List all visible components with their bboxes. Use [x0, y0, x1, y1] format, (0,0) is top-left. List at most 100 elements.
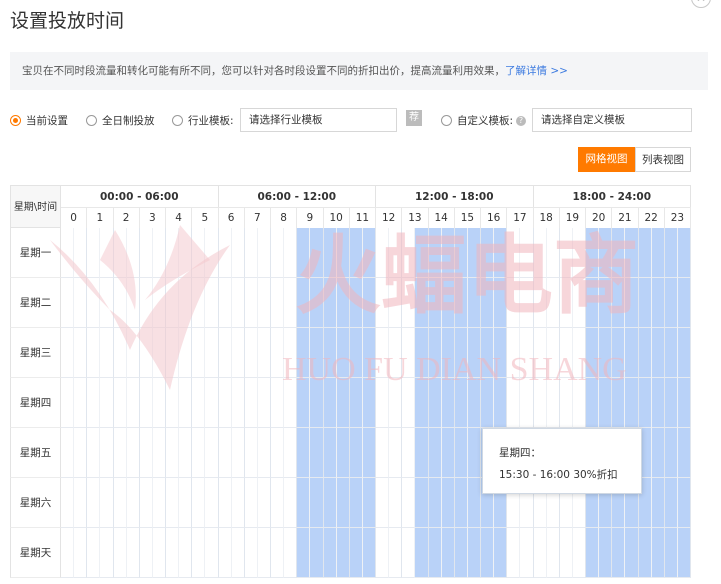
time-slot-cell[interactable] [612, 328, 626, 378]
time-slot-cell[interactable] [559, 278, 573, 328]
time-slot-cell[interactable] [336, 328, 350, 378]
time-slot-cell[interactable] [231, 478, 245, 528]
time-slot-cell[interactable] [402, 428, 416, 478]
time-slot-cell[interactable] [572, 528, 586, 578]
time-slot-cell[interactable] [428, 328, 442, 378]
time-slot-cell[interactable] [218, 328, 232, 378]
time-slot-cell[interactable] [586, 278, 600, 328]
time-slot-cell[interactable] [507, 228, 521, 278]
time-slot-cell[interactable] [310, 528, 324, 578]
time-slot-cell[interactable] [179, 228, 193, 278]
time-slot-cell[interactable] [74, 278, 88, 328]
time-slot-cell[interactable] [677, 228, 691, 278]
time-slot-cell[interactable] [376, 478, 390, 528]
time-slot-cell[interactable] [205, 278, 219, 328]
time-slot-cell[interactable] [166, 528, 180, 578]
time-slot-cell[interactable] [467, 528, 481, 578]
time-slot-cell[interactable] [61, 378, 75, 428]
time-slot-cell[interactable] [310, 478, 324, 528]
time-slot-cell[interactable] [152, 478, 166, 528]
time-slot-cell[interactable] [166, 428, 180, 478]
time-slot-cell[interactable] [61, 278, 75, 328]
time-slot-cell[interactable] [415, 478, 429, 528]
time-slot-cell[interactable] [323, 528, 337, 578]
time-slot-cell[interactable] [218, 478, 232, 528]
time-slot-cell[interactable] [297, 378, 311, 428]
time-slot-cell[interactable] [87, 278, 101, 328]
time-slot-cell[interactable] [310, 228, 324, 278]
time-slot-cell[interactable] [389, 278, 403, 328]
time-slot-cell[interactable] [507, 378, 521, 428]
time-slot-cell[interactable] [586, 378, 600, 428]
time-slot-cell[interactable] [494, 528, 508, 578]
time-slot-cell[interactable] [87, 228, 101, 278]
time-slot-cell[interactable] [454, 528, 468, 578]
time-slot-cell[interactable] [415, 328, 429, 378]
time-slot-cell[interactable] [389, 228, 403, 278]
time-slot-cell[interactable] [651, 228, 665, 278]
time-slot-cell[interactable] [310, 278, 324, 328]
time-slot-cell[interactable] [336, 528, 350, 578]
time-slot-cell[interactable] [257, 528, 271, 578]
time-slot-cell[interactable] [664, 228, 678, 278]
time-slot-cell[interactable] [74, 228, 88, 278]
time-slot-cell[interactable] [244, 378, 258, 428]
time-slot-cell[interactable] [507, 278, 521, 328]
time-slot-cell[interactable] [428, 378, 442, 428]
time-slot-cell[interactable] [677, 528, 691, 578]
time-slot-cell[interactable] [205, 228, 219, 278]
time-slot-cell[interactable] [87, 328, 101, 378]
time-slot-cell[interactable] [467, 228, 481, 278]
time-slot-cell[interactable] [625, 378, 639, 428]
time-slot-cell[interactable] [257, 478, 271, 528]
time-slot-cell[interactable] [546, 528, 560, 578]
time-slot-cell[interactable] [664, 378, 678, 428]
time-slot-cell[interactable] [139, 228, 153, 278]
industry-template-select[interactable]: 请选择行业模板 [240, 108, 397, 132]
time-slot-cell[interactable] [284, 228, 298, 278]
time-slot-cell[interactable] [625, 528, 639, 578]
time-slot-cell[interactable] [231, 328, 245, 378]
time-slot-cell[interactable] [546, 278, 560, 328]
time-slot-cell[interactable] [192, 478, 206, 528]
time-slot-cell[interactable] [74, 528, 88, 578]
time-slot-cell[interactable] [192, 328, 206, 378]
time-slot-cell[interactable] [257, 328, 271, 378]
time-slot-cell[interactable] [428, 528, 442, 578]
time-slot-cell[interactable] [533, 378, 547, 428]
time-slot-cell[interactable] [533, 528, 547, 578]
time-slot-cell[interactable] [297, 528, 311, 578]
time-slot-cell[interactable] [205, 328, 219, 378]
time-slot-cell[interactable] [126, 378, 140, 428]
time-slot-cell[interactable] [651, 478, 665, 528]
time-slot-cell[interactable] [415, 528, 429, 578]
time-slot-cell[interactable] [599, 278, 613, 328]
time-slot-cell[interactable] [179, 378, 193, 428]
time-slot-cell[interactable] [74, 378, 88, 428]
radio-all-day[interactable]: 全日制投放 [86, 113, 155, 128]
time-slot-cell[interactable] [481, 328, 495, 378]
time-slot-cell[interactable] [310, 428, 324, 478]
time-slot-cell[interactable] [612, 228, 626, 278]
time-slot-cell[interactable] [415, 278, 429, 328]
time-slot-cell[interactable] [336, 278, 350, 328]
time-slot-cell[interactable] [546, 228, 560, 278]
time-slot-cell[interactable] [179, 428, 193, 478]
time-slot-cell[interactable] [376, 328, 390, 378]
time-slot-cell[interactable] [271, 328, 285, 378]
time-slot-cell[interactable] [559, 328, 573, 378]
time-slot-cell[interactable] [441, 378, 455, 428]
time-slot-cell[interactable] [638, 378, 652, 428]
time-slot-cell[interactable] [126, 428, 140, 478]
time-slot-cell[interactable] [651, 528, 665, 578]
time-slot-cell[interactable] [61, 328, 75, 378]
time-slot-cell[interactable] [494, 278, 508, 328]
time-slot-cell[interactable] [61, 528, 75, 578]
time-slot-cell[interactable] [74, 428, 88, 478]
time-slot-cell[interactable] [599, 328, 613, 378]
time-slot-cell[interactable] [192, 528, 206, 578]
time-slot-cell[interactable] [205, 528, 219, 578]
time-slot-cell[interactable] [651, 328, 665, 378]
time-slot-cell[interactable] [402, 328, 416, 378]
time-slot-cell[interactable] [677, 428, 691, 478]
